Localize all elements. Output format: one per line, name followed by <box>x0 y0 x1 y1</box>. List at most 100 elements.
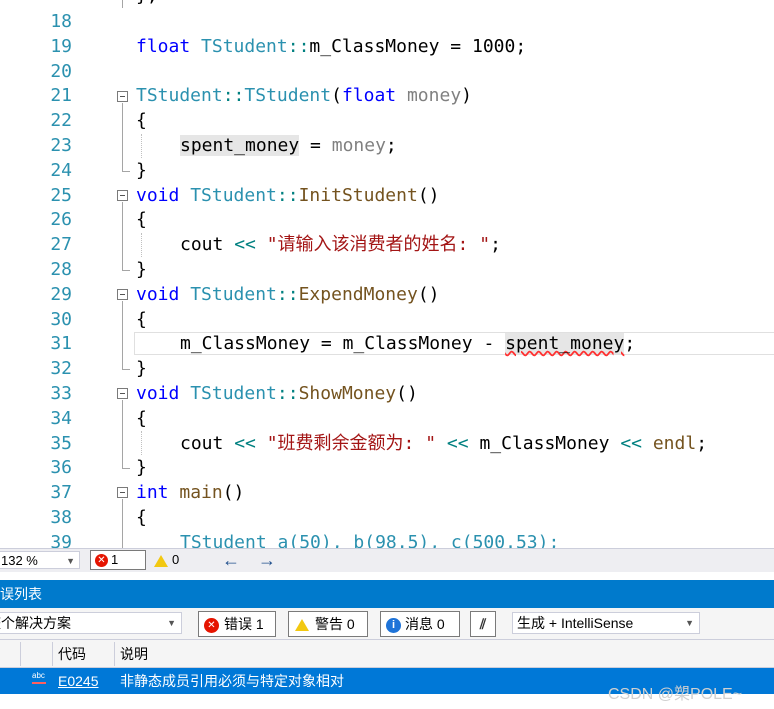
messages-filter-button[interactable]: i 消息 0 <box>380 611 460 637</box>
member-name: spent_money <box>180 135 300 156</box>
collapse-toggle-icon[interactable] <box>117 388 128 399</box>
error-list-toolbar: 整个解决方案 ▼ ✕ 错误 1 警告 0 i消息 0 ⫽ 生成 + Intelli… <box>0 608 774 640</box>
column-header-code[interactable]: 代码 <box>58 640 86 668</box>
line-number: 28 <box>50 259 72 280</box>
code-line-32[interactable]: 32 } <box>0 357 774 382</box>
keyword: void <box>136 383 180 404</box>
collapse-toggle-icon[interactable] <box>117 91 128 102</box>
filter-toggle-button[interactable]: ⫽ <box>470 611 496 637</box>
brace: { <box>136 110 147 132</box>
panel-title: 错误列表 <box>0 586 42 602</box>
navigate-back-icon[interactable]: ← <box>222 549 240 571</box>
paren: () <box>417 184 440 206</box>
code-line-35[interactable]: 35 cout << "班费剩余金额为: " << m_ClassMoney <… <box>0 432 774 457</box>
code-text: m_ClassMoney = m_ClassMoney - spent_mone… <box>180 332 635 357</box>
stream-operator: << <box>609 432 653 454</box>
line-number: 25 <box>50 184 72 206</box>
code-text: }; <box>136 0 158 9</box>
code-line-38[interactable]: 38 { <box>0 506 774 531</box>
collapse-toggle-icon[interactable] <box>117 289 128 300</box>
code-text: TStudent a(50), b(98.5), c(500.53); <box>180 531 560 548</box>
indent-guide <box>141 431 142 455</box>
line-number: 27 <box>50 234 72 256</box>
assignment: = <box>310 333 343 355</box>
paren: ) <box>461 85 472 107</box>
editor-status-bar: 132 % ▼ ✕ 1 0 ← → <box>0 548 774 572</box>
code-line-20[interactable]: 20 <box>0 60 774 85</box>
brace: } <box>136 159 147 181</box>
code-line-22[interactable]: 22 { <box>0 109 774 134</box>
line-number: 34 <box>50 407 72 429</box>
scope-dropdown[interactable]: 整个解决方案 ▼ <box>0 612 182 634</box>
code-line-34[interactable]: 34 { <box>0 407 774 432</box>
line-number: 30 <box>50 308 72 330</box>
type-name: TStudent <box>190 184 277 206</box>
build-intellisense-dropdown[interactable]: 生成 + IntelliSense ▼ <box>512 612 700 634</box>
error-count-indicator[interactable]: ✕ 1 <box>90 550 146 570</box>
collapse-toggle-icon[interactable] <box>117 487 128 498</box>
keyword: void <box>136 184 180 206</box>
code-line-31[interactable]: 31 m_ClassMoney = m_ClassMoney - spent_m… <box>0 332 774 357</box>
code-line-28[interactable]: 28 } <box>0 258 774 283</box>
scope-operator: :: <box>276 184 299 206</box>
brace: { <box>136 308 147 330</box>
code-line-19[interactable]: 19 float TStudent::m_ClassMoney = 1000; <box>0 35 774 60</box>
closing-brace: }; <box>136 0 158 6</box>
code-line-39[interactable]: 39 TStudent a(50), b(98.5), c(500.53); <box>0 531 774 548</box>
error-code-link[interactable]: E0245 <box>58 668 98 694</box>
warning-icon <box>154 554 168 567</box>
code-text: { <box>136 109 147 134</box>
code-text: void TStudent::ExpendMoney() <box>136 283 440 308</box>
member-name: m_ClassMoney <box>180 333 311 355</box>
type-name: TStudent <box>190 383 277 404</box>
member-name: m_ClassMoney <box>342 333 473 355</box>
error-icon: ✕ <box>204 617 219 633</box>
line-number: 23 <box>50 135 72 156</box>
navigate-forward-icon[interactable]: → <box>258 549 276 571</box>
line-number: 26 <box>50 209 72 231</box>
code-line-30[interactable]: 30 { <box>0 308 774 333</box>
scope-operator: :: <box>287 35 310 57</box>
warnings-filter-button[interactable]: 警告 0 <box>288 611 368 637</box>
semicolon: ; <box>696 432 708 454</box>
build-filter-value: 生成 + IntelliSense <box>517 615 634 631</box>
warning-count-indicator[interactable]: 0 <box>152 550 192 570</box>
stream-operator: << <box>223 432 267 454</box>
function-name: ShowMoney <box>298 383 397 404</box>
column-separator[interactable] <box>52 642 53 666</box>
code-text: } <box>136 357 147 382</box>
scope-operator: :: <box>222 85 245 107</box>
code-text: } <box>136 159 147 184</box>
code-text: float TStudent::m_ClassMoney = 1000; <box>136 35 526 60</box>
errors-filter-button[interactable]: ✕ 错误 1 <box>198 611 276 637</box>
brace: } <box>136 358 147 380</box>
column-separator[interactable] <box>114 642 115 666</box>
code-line-23[interactable]: 23 spent_money = money; <box>0 134 774 159</box>
error-squiggle-identifier[interactable]: spent_money <box>505 333 625 355</box>
column-header-description[interactable]: 说明 <box>120 640 148 668</box>
constructor-name: TStudent <box>244 85 332 107</box>
code-text: } <box>136 456 147 481</box>
line-number: 29 <box>50 283 72 305</box>
code-line-18[interactable]: 18 <box>0 10 774 35</box>
code-text: void TStudent::ShowMoney() <box>136 382 418 407</box>
member-name: m_ClassMoney <box>309 35 440 57</box>
code-line-27[interactable]: 27 cout << "请输入该消费者的姓名: "; <box>0 233 774 258</box>
error-icon: ✕ <box>95 554 108 568</box>
collapse-toggle-icon[interactable] <box>117 190 128 201</box>
chevron-down-icon: ▼ <box>167 618 176 628</box>
line-number: 24 <box>50 159 72 181</box>
zoom-dropdown[interactable]: 132 % ▼ <box>0 551 80 569</box>
code-line-partial[interactable]: }; <box>0 0 774 9</box>
line-number: 19 <box>50 35 72 57</box>
code-line-24[interactable]: 24 } <box>0 159 774 184</box>
stream-operator: << <box>223 234 267 256</box>
parameter: money <box>331 135 386 156</box>
code-editor[interactable]: }; 18 19 float TStudent::m_ClassMoney = … <box>0 0 774 548</box>
code-line-26[interactable]: 26 { <box>0 208 774 233</box>
warnings-label: 警告 0 <box>315 616 355 632</box>
code-text: { <box>136 308 147 333</box>
line-number: 39 <box>50 531 72 548</box>
code-line-36[interactable]: 36 } <box>0 456 774 481</box>
scope-operator: :: <box>276 283 299 305</box>
